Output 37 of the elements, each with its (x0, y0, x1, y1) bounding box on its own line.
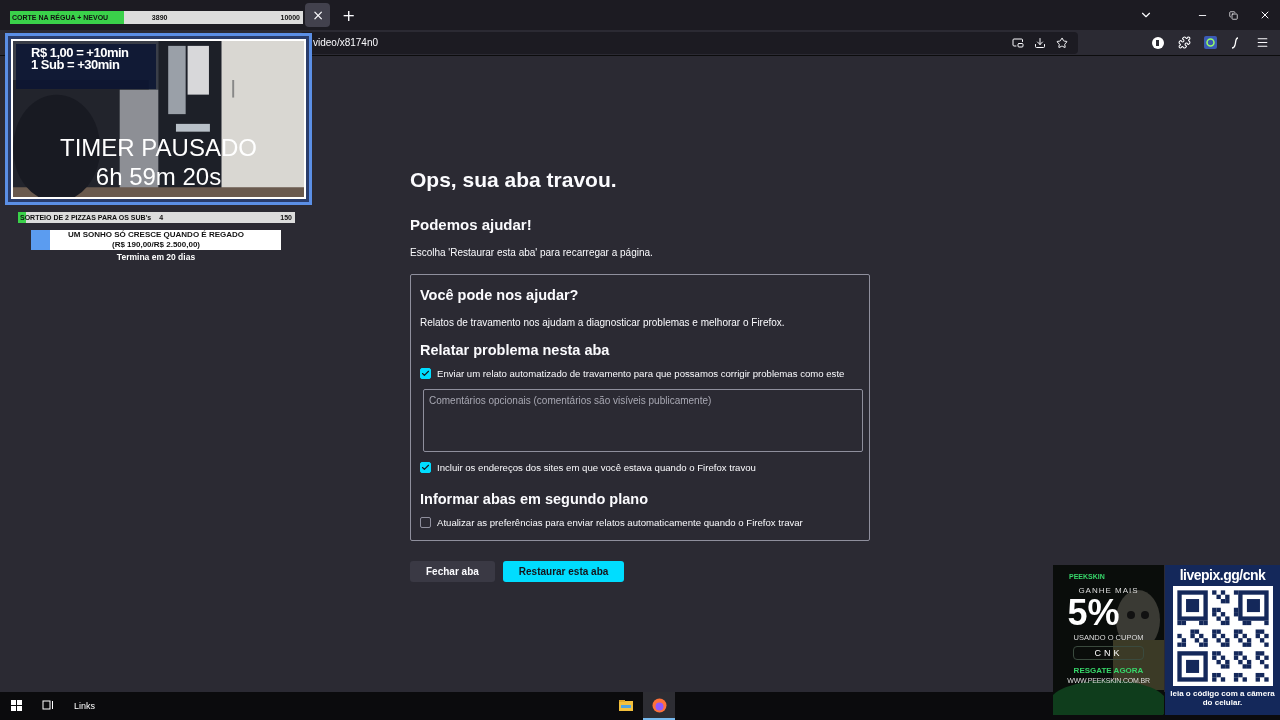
toolbar-label: Links (74, 701, 95, 711)
star-icon[interactable] (1054, 34, 1070, 51)
tab-close-button[interactable]: × (312, 8, 324, 22)
restore-icon (1229, 10, 1238, 20)
new-tab-button[interactable]: + (338, 5, 360, 25)
checkbox[interactable] (420, 462, 431, 473)
url-text: video/x8174n0 (313, 37, 379, 48)
section-heading: Relatar problema nesta aba (420, 342, 611, 358)
circle-icon[interactable] (1150, 34, 1166, 51)
checkbox-label: Incluir os endereços dos sites em que você estava quando o Firefox travou (437, 462, 756, 473)
goal-title: UM SONHO SÓ CRESCE QUANDO É REGADO (68, 230, 244, 240)
checkbox-label: Atualizar as preferências para enviar relatos automaticamente quando o Firefox travar (437, 517, 803, 528)
restore-tab-button[interactable]: Restaurar esta aba (502, 561, 625, 582)
puzzle-icon[interactable] (1176, 34, 1192, 51)
checkbox[interactable] (420, 368, 431, 379)
goal-amount: (R$ 190,00/R$ 2.500,00) (111, 240, 201, 250)
close-tab-button[interactable]: Fechar aba (410, 561, 495, 582)
ad-cta: RESGATE AGORA (1073, 666, 1144, 675)
section-heading: Podemos ajudar! (410, 216, 533, 233)
firefox-icon[interactable] (643, 692, 675, 720)
help-text: Escolha 'Restaurar esta aba' para recarregar a página. (410, 247, 654, 258)
page-title: Ops, sua aba travou. (410, 168, 618, 192)
browser-tab[interactable]: × (305, 3, 330, 27)
panel-title: Você pode nos ajudar? (420, 287, 580, 303)
coupon-code: CNK (1073, 646, 1144, 660)
checkbox-label: Enviar um relato automatizado de travamento para que possamos corrigir problemas como este (437, 368, 845, 379)
section-heading: Informar abas em segundo plano (420, 491, 649, 507)
goal-deadline: Termina em 20 dias (115, 252, 197, 262)
overlay-text: R$ 1,00 = +10min (31, 47, 130, 59)
ad-text: GANHE MAIS (1078, 586, 1139, 595)
comment-field[interactable]: Comentários opcionais (comentários são visíveis publicamente) (423, 389, 863, 452)
ad-percent: 5% (1067, 595, 1120, 631)
overlay-text: 1 Sub = +30min (31, 59, 121, 71)
checkbox[interactable] (420, 517, 431, 528)
extension-icon[interactable] (1202, 34, 1218, 51)
panel-text: Relatos de travamento nos ajudam a diagnosticar problemas e melhorar o Firefox. (420, 317, 786, 328)
qr-caption: leia o código com a câmera do celular. (1169, 689, 1276, 707)
